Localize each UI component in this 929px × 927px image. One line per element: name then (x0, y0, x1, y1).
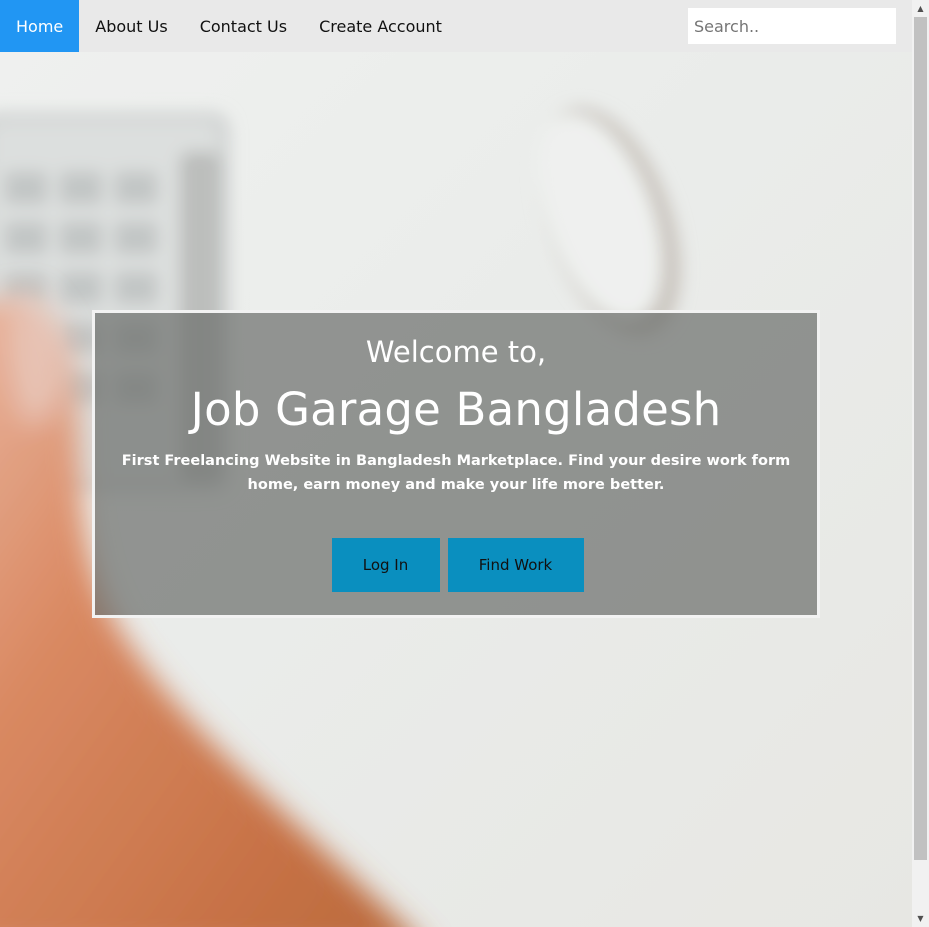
find-work-button[interactable]: Find Work (447, 538, 584, 592)
hero-card: Welcome to, Job Garage Bangladesh First … (92, 310, 820, 618)
hero-description: First Freelancing Website in Bangladesh … (121, 453, 791, 493)
nav-home[interactable]: Home (0, 0, 80, 52)
scroll-down-arrow-icon[interactable]: ▼ (912, 910, 929, 927)
hero-title: Job Garage Bangladesh (190, 383, 722, 436)
nav-about-us[interactable]: About Us (79, 0, 183, 52)
page: Home About Us Contact Us Create Account … (0, 0, 929, 927)
search-input[interactable] (688, 8, 896, 44)
top-navbar: Home About Us Contact Us Create Account (0, 0, 912, 52)
hero-welcome-text: Welcome to, (365, 335, 547, 369)
scroll-up-arrow-icon[interactable]: ▲ (912, 0, 929, 17)
nav-contact-us[interactable]: Contact Us (184, 0, 303, 52)
login-button[interactable]: Log In (331, 538, 440, 592)
hero-button-group: Log In Find Work (95, 538, 817, 592)
vertical-scrollbar[interactable]: ▲ ▼ (912, 0, 929, 927)
scrollbar-thumb[interactable] (914, 17, 927, 860)
nav-create-account[interactable]: Create Account (303, 0, 458, 52)
